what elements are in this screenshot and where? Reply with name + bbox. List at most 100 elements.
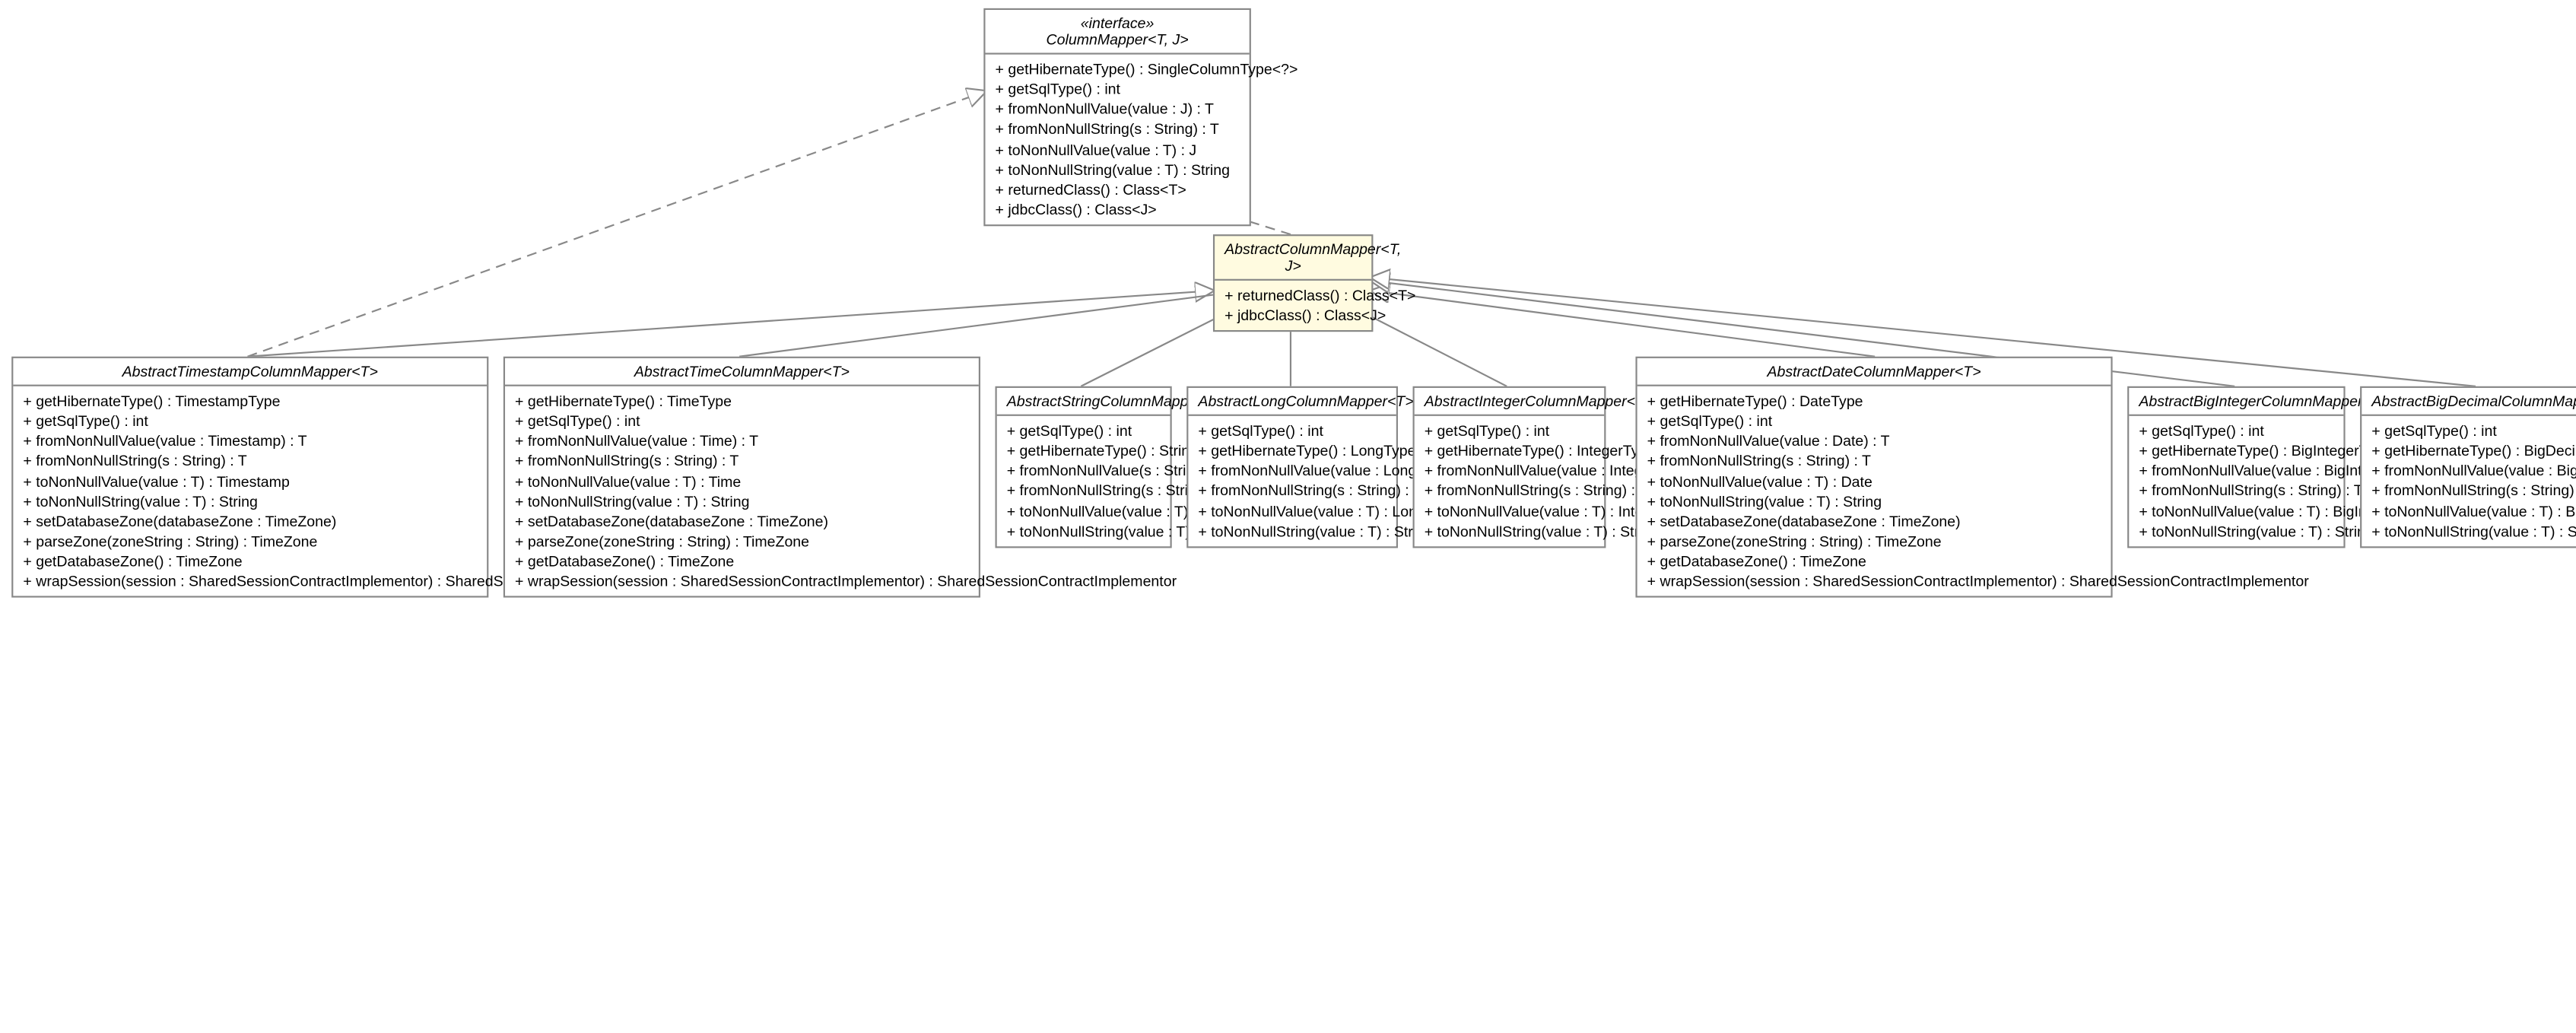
method: + returnedClass() : Class<T> xyxy=(1224,285,1361,305)
method: + toNonNullValue(value : T) : Time xyxy=(515,472,969,491)
stereotype: «interface» xyxy=(996,15,1240,32)
method: + getHibernateType() : SingleColumnType<… xyxy=(996,59,1240,79)
method: + getSqlType() : int xyxy=(1198,421,1386,440)
method: + getSqlType() : int xyxy=(2371,421,2566,440)
methods: + getSqlType() : int+ getHibernateType()… xyxy=(1415,416,1605,546)
method: + getSqlType() : int xyxy=(23,412,477,431)
method: + toNonNullString(value : T) : String xyxy=(1198,521,1386,541)
interface-box: «interface»ColumnMapper<T, J> + getHiber… xyxy=(983,8,1251,227)
methods: + getSqlType() : int+ getHibernateType()… xyxy=(2362,416,2576,546)
methods: + getHibernateType() : TimeType+ getSqlT… xyxy=(505,386,979,596)
class-name: AbstractColumnMapper<T, J> xyxy=(1224,241,1361,274)
date-box: AbstractDateColumnMapper<T> + getHiberna… xyxy=(1635,357,2112,599)
method: + getDatabaseZone() : TimeZone xyxy=(23,551,477,571)
method: + getHibernateType() : DateType xyxy=(1647,391,2101,411)
method: + setDatabaseZone(databaseZone : TimeZon… xyxy=(23,511,477,531)
method: + toNonNullString(value : T) : String xyxy=(996,160,1240,180)
class-name: AbstractStringColumnMapper<T> xyxy=(1007,393,1161,409)
timestamp-box: AbstractTimestampColumnMapper<T> + getHi… xyxy=(11,357,488,599)
string-box: AbstractStringColumnMapper<T> + getSqlTy… xyxy=(996,386,1172,548)
methods: + getHibernateType() : TimestampType+ ge… xyxy=(13,386,487,596)
method: + toNonNullString(value : T) : String xyxy=(2371,521,2566,541)
method: + toNonNullValue(value : T) : Timestamp xyxy=(23,472,477,491)
method: + jdbcClass() : Class<J> xyxy=(996,200,1240,220)
method: + setDatabaseZone(databaseZone : TimeZon… xyxy=(1647,511,2101,531)
method: + fromNonNullString(s : String) : T xyxy=(2139,481,2333,501)
method: + fromNonNullValue(value : Date) : T xyxy=(1647,431,2101,451)
methods: + getSqlType() : int+ getHibernateType()… xyxy=(2129,416,2343,546)
method: + fromNonNullString(s : String) : T xyxy=(1647,451,2101,471)
class-name: AbstractTimestampColumnMapper<T> xyxy=(23,363,477,380)
method: + fromNonNullValue(value : BigDecimal) :… xyxy=(2371,461,2566,481)
method: + fromNonNullValue(value : BigInteger) :… xyxy=(2139,461,2333,481)
method: + getSqlType() : int xyxy=(515,412,969,431)
method: + parseZone(zoneString : String) : TimeZ… xyxy=(23,532,477,551)
method: + parseZone(zoneString : String) : TimeZ… xyxy=(515,532,969,551)
method: + getHibernateType() : LongType xyxy=(1198,441,1386,461)
method: + fromNonNullString(s : String) : T xyxy=(515,451,969,471)
method: + fromNonNullValue(value : Timestamp) : … xyxy=(23,431,477,451)
method: + fromNonNullValue(s : String) : T xyxy=(1007,461,1161,481)
method: + getSqlType() : int xyxy=(1647,412,2101,431)
method: + fromNonNullValue(value : Long) : T xyxy=(1198,461,1386,481)
method: + setDatabaseZone(databaseZone : TimeZon… xyxy=(515,511,969,531)
method: + toNonNullValue(value : T) : BigInteger xyxy=(2139,501,2333,521)
method: + toNonNullValue(value : T) : J xyxy=(996,140,1240,160)
method: + getDatabaseZone() : TimeZone xyxy=(1647,551,2101,571)
method: + toNonNullValue(value : T) : BigDecimal xyxy=(2371,501,2566,521)
method: + getHibernateType() : StringType xyxy=(1007,441,1161,461)
abstract-box: AbstractColumnMapper<T, J> + returnedCla… xyxy=(1213,234,1373,332)
method: + toNonNullString(value : T) : String xyxy=(23,491,477,511)
class-name: AbstractTimeColumnMapper<T> xyxy=(515,363,969,380)
method: + getHibernateType() : BigIntegerType xyxy=(2139,441,2333,461)
bigdecimal-box: AbstractBigDecimalColumnMapper<T> + getS… xyxy=(2360,386,2576,548)
methods: + getHibernateType() : SingleColumnType<… xyxy=(985,55,1249,225)
method: + returnedClass() : Class<T> xyxy=(996,180,1240,199)
method: + fromNonNullValue(value : J) : T xyxy=(996,100,1240,119)
method: + wrapSession(session : SharedSessionCon… xyxy=(23,571,477,591)
method: + parseZone(zoneString : String) : TimeZ… xyxy=(1647,532,2101,551)
method: + fromNonNullString(s : String) : T xyxy=(2371,481,2566,501)
integer-box: AbstractIntegerColumnMapper<T> + getSqlT… xyxy=(1413,386,1606,548)
biginteger-box: AbstractBigIntegerColumnMapper<T> + getS… xyxy=(2127,386,2345,548)
method: + toNonNullString(value : T) : String xyxy=(1007,521,1161,541)
long-box: AbstractLongColumnMapper<T> + getSqlType… xyxy=(1186,386,1398,548)
method: + getHibernateType() : IntegerType xyxy=(1425,441,1595,461)
method: + fromNonNullString(s : String) : T xyxy=(996,119,1240,139)
method: + getSqlType() : int xyxy=(1425,421,1595,440)
method: + getDatabaseZone() : TimeZone xyxy=(515,551,969,571)
method: + toNonNullValue(value : T) : Integer xyxy=(1425,501,1595,521)
class-name: AbstractDateColumnMapper<T> xyxy=(1647,363,2101,380)
method: + fromNonNullString(s : String) : T xyxy=(23,451,477,471)
methods: + getHibernateType() : DateType+ getSqlT… xyxy=(1637,386,2111,596)
methods: + getSqlType() : int+ getHibernateType()… xyxy=(1188,416,1396,546)
class-name: AbstractLongColumnMapper<T> xyxy=(1198,393,1386,409)
method: + wrapSession(session : SharedSessionCon… xyxy=(515,571,969,591)
methods: + returnedClass() : Class<T>+ jdbcClass(… xyxy=(1215,281,1371,331)
method: + getHibernateType() : BigDecimalType xyxy=(2371,441,2566,461)
method: + toNonNullString(value : T) : String xyxy=(515,491,969,511)
method: + wrapSession(session : SharedSessionCon… xyxy=(1647,571,2101,591)
method: + getSqlType() : int xyxy=(996,79,1240,99)
method: + toNonNullString(value : T) : String xyxy=(2139,521,2333,541)
class-name: AbstractBigDecimalColumnMapper<T> xyxy=(2371,393,2566,409)
class-name: AbstractIntegerColumnMapper<T> xyxy=(1425,393,1595,409)
method: + toNonNullString(value : T) : String xyxy=(1425,521,1595,541)
method: + getSqlType() : int xyxy=(1007,421,1161,440)
method: + getHibernateType() : TimestampType xyxy=(23,391,477,411)
method: + getHibernateType() : TimeType xyxy=(515,391,969,411)
method: + fromNonNullString(s : String) : T xyxy=(1198,481,1386,501)
methods: + getSqlType() : int+ getHibernateType()… xyxy=(997,416,1170,546)
class-name: AbstractBigIntegerColumnMapper<T> xyxy=(2139,393,2333,409)
method: + toNonNullString(value : T) : String xyxy=(1647,491,2101,511)
method: + fromNonNullString(s : String) : T xyxy=(1007,481,1161,501)
time-box: AbstractTimeColumnMapper<T> + getHiberna… xyxy=(503,357,980,599)
method: + getSqlType() : int xyxy=(2139,421,2333,440)
method: + toNonNullValue(value : T) : String xyxy=(1007,501,1161,521)
method: + toNonNullValue(value : T) : Date xyxy=(1647,472,2101,491)
method: + fromNonNullValue(value : Integer) : T xyxy=(1425,461,1595,481)
class-name: ColumnMapper<T, J> xyxy=(996,31,1240,48)
method: + fromNonNullValue(value : Time) : T xyxy=(515,431,969,451)
method: + jdbcClass() : Class<J> xyxy=(1224,306,1361,326)
method: + toNonNullValue(value : T) : Long xyxy=(1198,501,1386,521)
